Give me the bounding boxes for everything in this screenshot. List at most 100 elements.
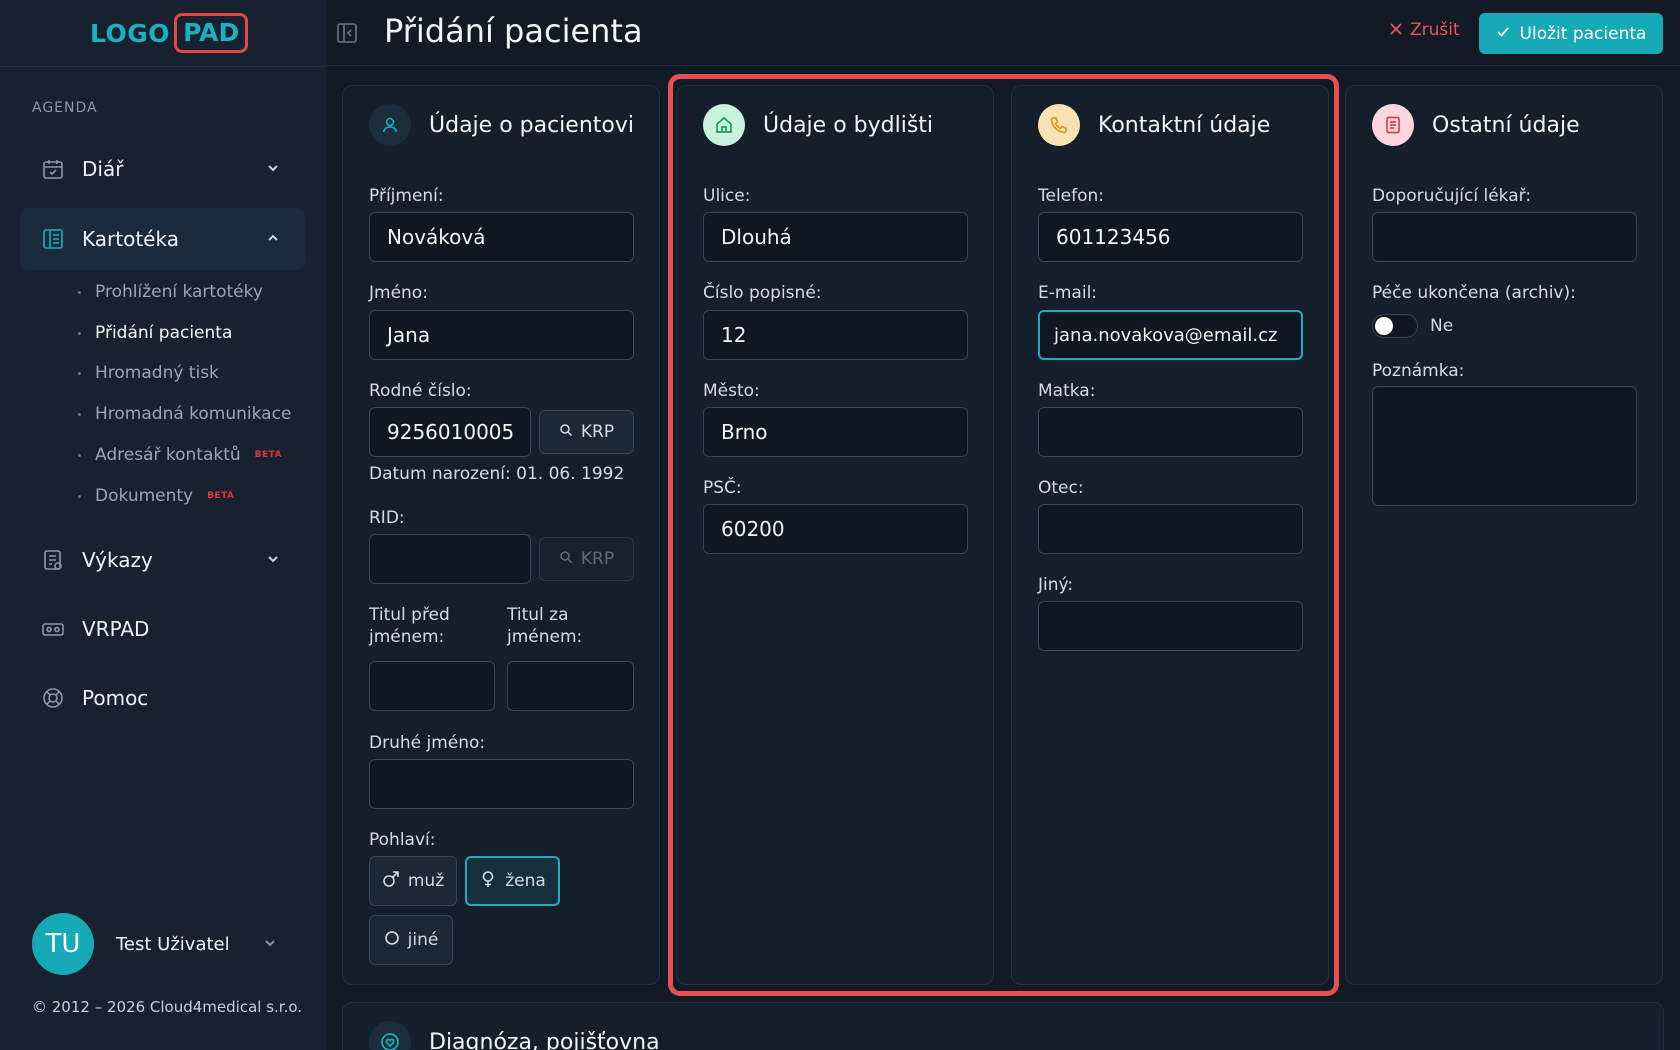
surname-label: Příjmení: [369, 186, 444, 206]
second-name-input[interactable] [369, 759, 634, 809]
card-title: Kontaktní údaje [1098, 112, 1271, 138]
check-icon [1496, 24, 1510, 44]
cancel-label: Zrušit [1410, 20, 1460, 40]
logo-text-pad: PAD [174, 13, 249, 53]
name-label: Jméno: [369, 283, 428, 303]
subitem-label: Hromadná komunikace [95, 404, 292, 424]
title-before-label: Titul před [369, 605, 450, 625]
report-icon [40, 547, 66, 573]
mother-input[interactable] [1038, 407, 1303, 457]
subitem-label: Prohlížení kartotéky [95, 282, 263, 302]
name-input[interactable]: Jana [369, 310, 634, 360]
city-input[interactable]: Brno [703, 407, 968, 457]
sex-male-button[interactable]: muž [369, 856, 457, 906]
title-after-input[interactable] [507, 661, 634, 711]
save-patient-button[interactable]: Uložit pacienta [1479, 13, 1663, 54]
chevron-up-icon[interactable] [263, 228, 283, 248]
krp-label: KRP [580, 549, 615, 569]
home-icon [703, 104, 745, 146]
card-title: Údaje o pacientovi [429, 112, 634, 138]
page-title: Přidání pacienta [384, 12, 643, 50]
sex-female-button[interactable]: žena [465, 856, 560, 906]
city-label: Město: [703, 381, 760, 401]
card-header: Ostatní údaje [1372, 104, 1580, 146]
house-number-input[interactable]: 12 [703, 310, 968, 360]
email-label: E-mail: [1038, 283, 1098, 303]
street-input[interactable]: Dlouhá [703, 212, 968, 262]
sidebar-subitem-hromadny-tisk[interactable]: Hromadný tisk [78, 363, 219, 383]
surname-input[interactable]: Nováková [369, 212, 634, 262]
user-name: Test Uživatel [116, 933, 230, 955]
title-before-label-line1: Titul před [369, 605, 450, 625]
chevron-down-icon[interactable] [263, 549, 283, 569]
user-icon [369, 104, 411, 146]
sidebar-item-kartoteka[interactable]: Kartotéka [20, 208, 305, 270]
second-name-label: Druhé jméno: [369, 733, 486, 753]
user-menu[interactable]: TU Test Uživatel [32, 913, 275, 975]
sidebar-subitem-hromadna-komunikace[interactable]: Hromadná komunikace [78, 404, 291, 424]
sex-other-label: jiné [407, 930, 439, 950]
phone-input[interactable]: 601123456 [1038, 212, 1303, 262]
rid-input[interactable] [369, 534, 531, 584]
chevron-down-icon[interactable] [260, 933, 280, 953]
sidebar-collapse-icon[interactable] [336, 22, 358, 44]
circle-icon [384, 930, 400, 951]
sidebar-subitem-adresar[interactable]: Adresář kontaktů BETA [78, 445, 282, 465]
rid-label: RID: [369, 508, 405, 528]
card-title: Diagnóza, pojišťovna [429, 1029, 660, 1050]
house-number-label: Číslo popisné: [703, 283, 822, 303]
sidebar-item-label: Pomoc [82, 686, 149, 710]
sex-label: Pohlaví: [369, 830, 436, 850]
phone-label: Telefon: [1038, 186, 1105, 206]
card-header: Údaje o bydlišti [703, 104, 933, 146]
sidebar-item-pomoc[interactable]: Pomoc [20, 667, 305, 729]
birth-date-text: Datum narození: 01. 06. 1992 [369, 464, 625, 484]
sidebar-subitem-pridani[interactable]: Přidání pacienta [78, 323, 232, 343]
sidebar-item-diar[interactable]: Diář [20, 138, 305, 200]
title-after-label: Titul za [507, 605, 569, 625]
sidebar-subitem-prohlizeni[interactable]: Prohlížení kartotéky [78, 282, 263, 302]
bullet [78, 290, 81, 294]
subitem-label: Dokumenty [95, 486, 194, 506]
chevron-down-icon[interactable] [263, 158, 283, 178]
referring-doctor-input[interactable] [1372, 212, 1637, 262]
logo-text-logo: LOGO [90, 18, 171, 48]
search-icon [559, 549, 573, 569]
card-header: Diagnóza, pojišťovna [369, 1021, 660, 1050]
sex-other-button[interactable]: jiné [369, 915, 453, 965]
document-icon [1372, 104, 1414, 146]
male-icon [382, 870, 400, 893]
cancel-button[interactable]: Zrušit [1390, 20, 1460, 40]
copyright: © 2012 – 2026 Cloud4medical s.r.o. [32, 998, 303, 1016]
father-input[interactable] [1038, 504, 1303, 554]
close-icon [1390, 20, 1402, 40]
father-label: Otec: [1038, 478, 1084, 498]
other-card: Ostatní údaje Doporučující lékař: Péče u… [1345, 85, 1663, 985]
sidebar-item-vykazy[interactable]: Výkazy [20, 529, 305, 591]
archive-toggle[interactable] [1372, 314, 1418, 338]
other-contact-input[interactable] [1038, 601, 1303, 651]
note-textarea[interactable] [1372, 386, 1637, 506]
archive-label: Péče ukončena (archiv): [1372, 283, 1576, 303]
email-input[interactable]: jana.novakova@email.cz [1038, 310, 1303, 360]
toggle-knob [1375, 317, 1393, 335]
archive-value: Ne [1430, 316, 1454, 336]
birth-number-label: Rodné číslo: [369, 381, 472, 401]
krp-button[interactable]: KRP [539, 410, 634, 454]
card-header: Údaje o pacientovi [369, 104, 634, 146]
sidebar: LOGO PAD AGENDA Diář Kartotéka Prohlížen… [0, 0, 326, 1050]
card-title: Ostatní údaje [1432, 112, 1580, 138]
rid-krp-button[interactable]: KRP [539, 537, 634, 581]
vr-icon [40, 616, 66, 642]
zip-input[interactable]: 60200 [703, 504, 968, 554]
title-after-label-2: jménem: [507, 627, 582, 647]
calendar-icon [40, 156, 66, 182]
bullet [78, 331, 81, 335]
title-before-input[interactable] [369, 661, 495, 711]
sidebar-item-vrpad[interactable]: VRPAD [20, 598, 305, 660]
sidebar-item-label: Diář [82, 157, 124, 181]
logo[interactable]: LOGO PAD [90, 12, 249, 54]
birth-number-input[interactable]: 9256010005 [369, 407, 531, 457]
section-label: AGENDA [32, 100, 98, 116]
sidebar-subitem-dokumenty[interactable]: Dokumenty BETA [78, 486, 235, 506]
